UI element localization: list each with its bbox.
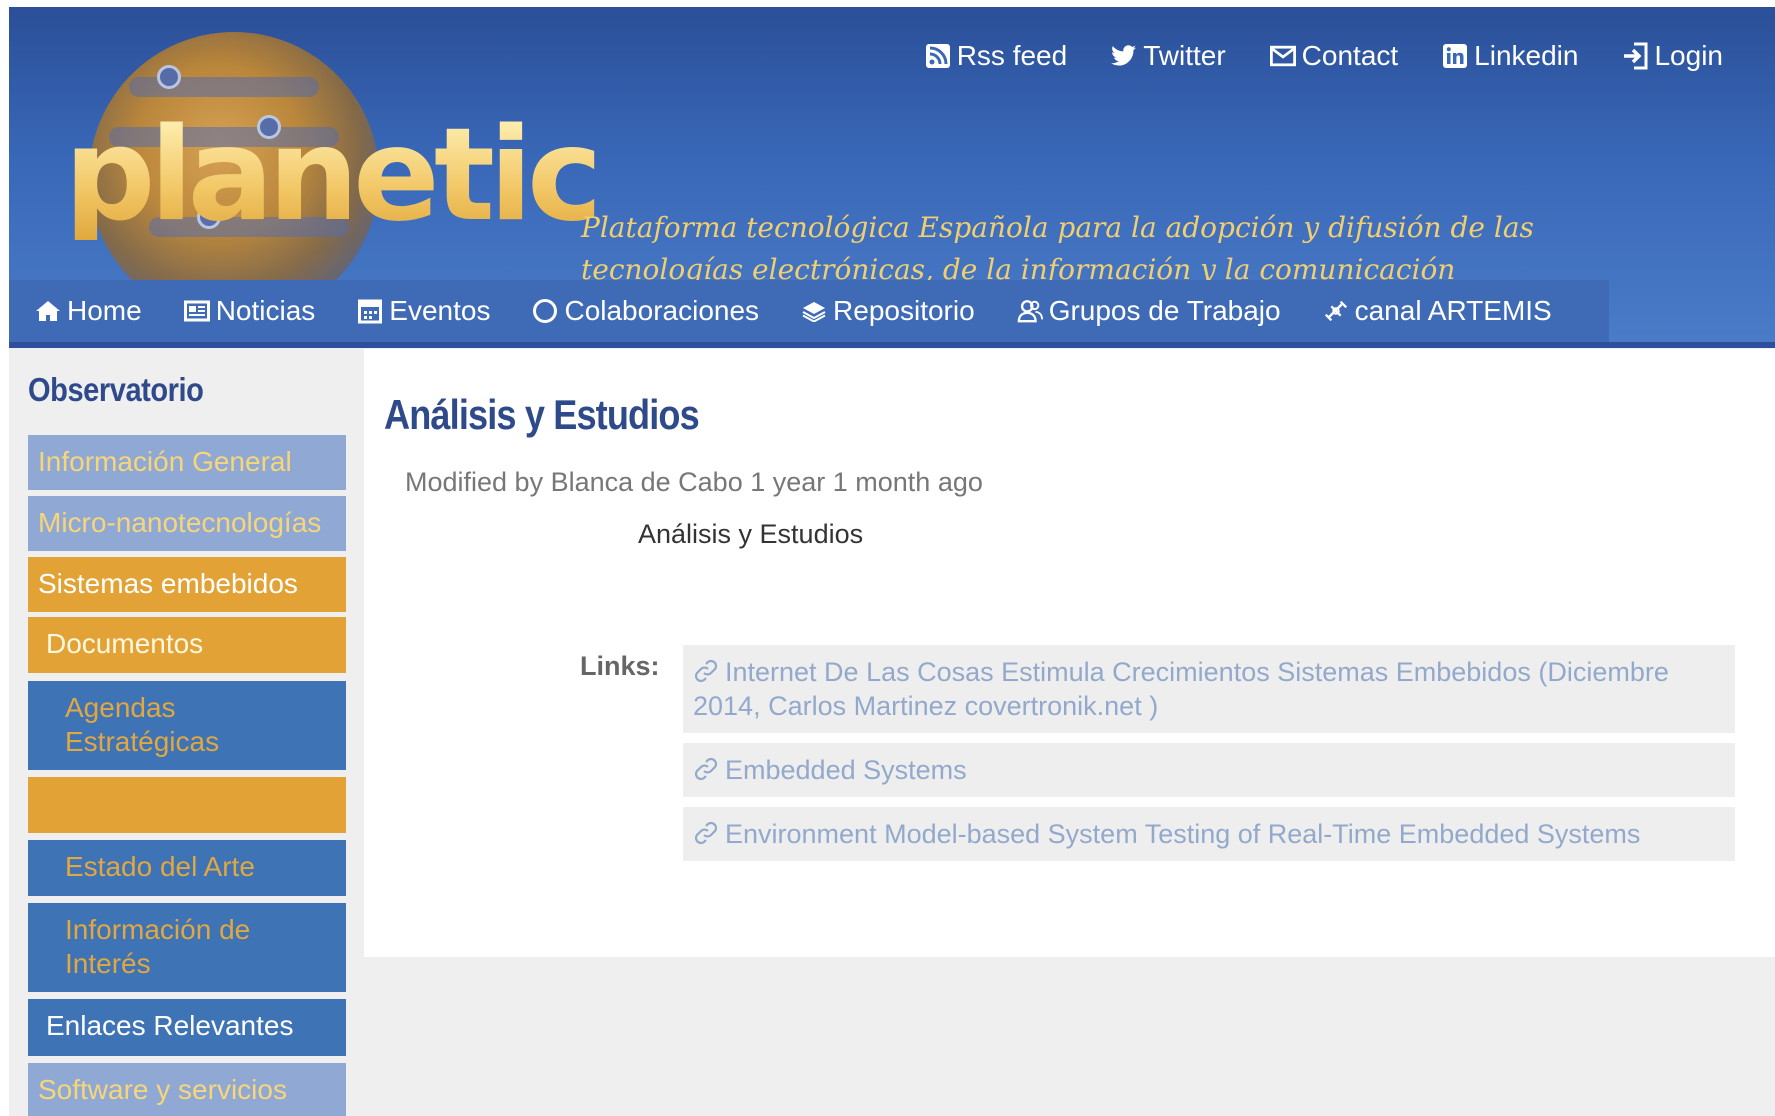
- sidebar: Observatorio Información General Micro-n…: [28, 371, 352, 1116]
- sidebar-item-estado-del-arte[interactable]: Estado del Arte: [28, 840, 346, 896]
- login-label: Login: [1654, 40, 1723, 71]
- link-item[interactable]: Environment Model-based System Testing o…: [683, 807, 1735, 861]
- main-content: Análisis y Estudios Modified by Blanca d…: [364, 349, 1775, 957]
- calendar-icon: [357, 298, 383, 324]
- nav-grupos-label: Grupos de Trabajo: [1048, 295, 1281, 326]
- link-item[interactable]: Embedded Systems: [683, 743, 1735, 797]
- sidebar-item-sistemas-embebidos[interactable]: Sistemas embebidos: [28, 557, 346, 612]
- linkedin-link[interactable]: Linkedin: [1442, 40, 1578, 72]
- sidebar-item-informacion-de-interes[interactable]: Información de Interés: [28, 903, 346, 992]
- satellite-icon: [1323, 298, 1349, 324]
- nav-colaboraciones[interactable]: Colaboraciones: [532, 295, 759, 327]
- link-icon: [693, 756, 719, 782]
- sidebar-item-documentos[interactable]: Documentos: [28, 617, 346, 673]
- nav-repositorio-label: Repositorio: [833, 295, 975, 326]
- nav-noticias-label: Noticias: [215, 295, 316, 326]
- page-title: Análisis y Estudios: [384, 391, 700, 438]
- top-links: Rss feed Twitter Contact Linkedin Login: [925, 40, 1723, 72]
- circle-icon: [532, 298, 558, 324]
- rss-icon: [925, 43, 951, 69]
- sidebar-item-micro-nanotecnologias[interactable]: Micro-nanotecnologías: [28, 496, 346, 551]
- home-icon: [35, 298, 61, 324]
- envelope-icon: [1269, 43, 1296, 69]
- sidebar-item-agendas-estrategicas[interactable]: Agendas Estratégicas: [28, 681, 346, 770]
- twitter-link[interactable]: Twitter: [1111, 40, 1226, 72]
- sidebar-item-enlaces-relevantes[interactable]: Enlaces Relevantes: [28, 999, 346, 1056]
- linkedin-icon: [1442, 43, 1468, 69]
- sidebar-title: Observatorio: [28, 371, 204, 408]
- linkedin-label: Linkedin: [1474, 40, 1579, 71]
- contact-label: Contact: [1301, 40, 1399, 71]
- login-link[interactable]: Login: [1622, 40, 1723, 72]
- contact-link[interactable]: Contact: [1269, 40, 1399, 72]
- link-text: Environment Model-based System Testing o…: [725, 819, 1641, 849]
- site-logo[interactable]: planetic: [64, 112, 603, 240]
- link-text: Internet De Las Cosas Estimula Crecimien…: [693, 657, 1669, 721]
- link-item[interactable]: Internet De Las Cosas Estimula Crecimien…: [683, 645, 1735, 733]
- nav-canal-artemis-label: canal ARTEMIS: [1354, 295, 1552, 326]
- newspaper-icon: [183, 298, 210, 324]
- nav-home-label: Home: [67, 295, 142, 326]
- users-icon: [1017, 298, 1043, 324]
- page: planetic Plataforma tecnológica Española…: [9, 7, 1775, 1116]
- links-label: Links:: [580, 651, 660, 681]
- login-icon: [1622, 42, 1648, 70]
- main-nav: Home Noticias Eventos Colaboraciones Rep…: [9, 280, 1609, 342]
- nav-eventos[interactable]: Eventos: [357, 295, 490, 327]
- nav-home[interactable]: Home: [35, 295, 142, 327]
- modified-info: Modified by Blanca de Cabo 1 year 1 mont…: [405, 467, 983, 497]
- sidebar-item-software-y-servicios[interactable]: Software y servicios: [28, 1063, 346, 1116]
- nav-eventos-label: Eventos: [389, 295, 491, 326]
- sidebar-item-informacion-general[interactable]: Información General: [28, 435, 346, 490]
- link-icon: [693, 820, 719, 846]
- nav-noticias[interactable]: Noticias: [183, 295, 316, 327]
- twitter-icon: [1111, 43, 1137, 69]
- body-text: Análisis y Estudios: [638, 519, 864, 549]
- nav-colaboraciones-label: Colaboraciones: [564, 295, 760, 326]
- site-tagline: Plataforma tecnológica Española para la …: [581, 211, 1534, 286]
- rss-feed-label: Rss feed: [956, 40, 1068, 71]
- layers-icon: [801, 298, 827, 324]
- link-text: Embedded Systems: [725, 755, 967, 785]
- nav-grupos-de-trabajo[interactable]: Grupos de Trabajo: [1017, 295, 1281, 327]
- twitter-label: Twitter: [1143, 40, 1226, 71]
- links-list: Internet De Las Cosas Estimula Crecimien…: [683, 645, 1735, 871]
- site-header: planetic Plataforma tecnológica Española…: [9, 7, 1775, 348]
- sidebar-item-analisis-y-estudios[interactable]: Análisis y Estudios: [28, 777, 346, 833]
- nav-canal-artemis[interactable]: canal ARTEMIS: [1323, 295, 1552, 327]
- link-icon: [693, 658, 719, 684]
- nav-repositorio[interactable]: Repositorio: [801, 295, 975, 327]
- rss-feed-link[interactable]: Rss feed: [925, 40, 1068, 72]
